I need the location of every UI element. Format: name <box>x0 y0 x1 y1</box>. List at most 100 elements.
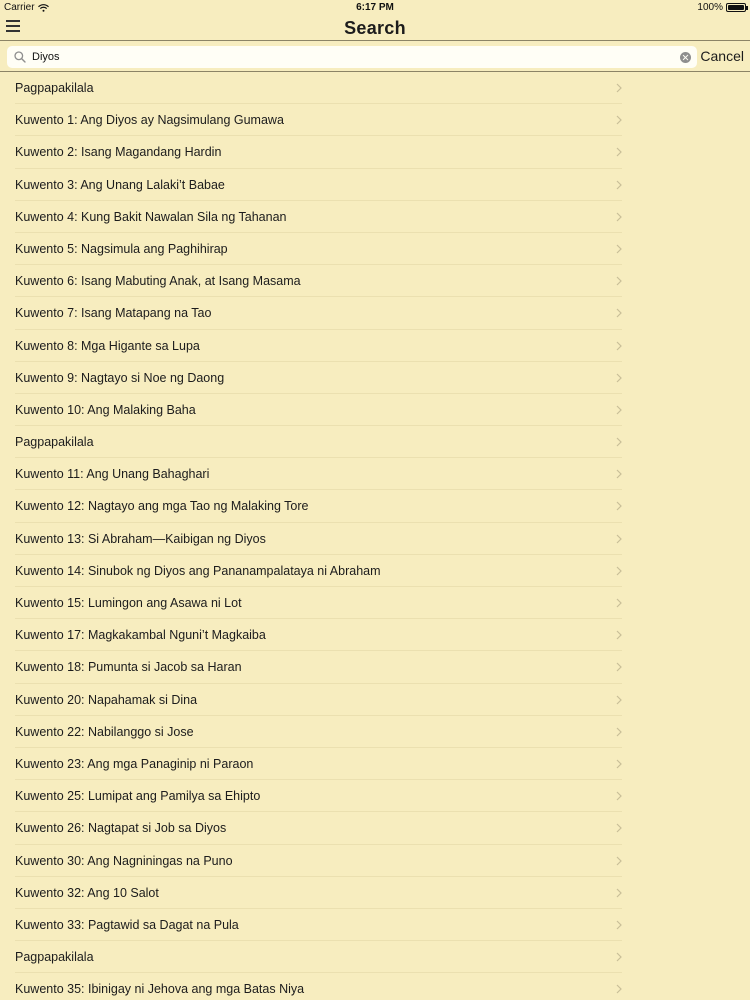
list-item[interactable]: Pagpapakilala <box>15 941 622 974</box>
chevron-right-icon <box>616 566 622 576</box>
chevron-right-icon <box>616 115 622 125</box>
list-item-label: Kuwento 35: Ibinigay ni Jehova ang mga B… <box>15 982 305 997</box>
chevron-right-icon <box>616 180 622 189</box>
chevron-right-icon <box>616 888 622 898</box>
list-item-label: Kuwento 9: Nagtayo si Noe ng Daong <box>15 370 225 385</box>
list-item[interactable]: Kuwento 10: Ang Malaking Baha <box>15 394 622 427</box>
chevron-right-icon <box>616 212 622 222</box>
list-item[interactable]: Kuwento 26: Nagtapat si Job sa Diyos <box>15 812 622 845</box>
list-item[interactable]: Kuwento 18: Pumunta si Jacob sa Haran <box>15 651 622 684</box>
chevron-right-icon <box>616 276 622 286</box>
list-item[interactable]: Kuwento 5: Nagsimula ang Paghihirap <box>15 233 622 266</box>
chevron-right-icon <box>616 83 622 93</box>
chevron-right-icon <box>616 695 622 704</box>
list-item[interactable]: Kuwento 30: Ang Nagniningas na Puno <box>15 845 622 877</box>
list-item[interactable]: Kuwento 14: Sinubok ng Diyos ang Pananam… <box>15 555 622 587</box>
chevron-right-icon <box>616 630 622 640</box>
list-item-label: Kuwento 25: Lumipat ang Pamilya sa Ehipt… <box>15 789 261 804</box>
list-item-label: Kuwento 1: Ang Diyos ay Nagsimulang Guma… <box>15 113 284 128</box>
search-bar: Cancel <box>0 42 750 72</box>
chevron-right-icon <box>616 791 622 801</box>
list-item[interactable]: Kuwento 32: Ang 10 Salot <box>15 877 622 909</box>
list-item[interactable]: Pagpapakilala <box>15 72 622 105</box>
list-item-label: Kuwento 10: Ang Malaking Baha <box>15 402 196 417</box>
list-item[interactable]: Kuwento 17: Magkakambal Nguni’t Magkaiba <box>15 619 622 652</box>
list-item-label: Kuwento 23: Ang mga Panaginip ni Paraon <box>15 756 254 771</box>
clear-search-icon[interactable] <box>680 51 691 63</box>
search-input[interactable] <box>27 47 680 67</box>
status-right: 100% <box>697 2 748 13</box>
list-item-label: Kuwento 11: Ang Unang Bahaghari <box>15 467 210 482</box>
list-item[interactable]: Kuwento 33: Pagtawid sa Dagat na Pula <box>15 909 622 942</box>
search-icon <box>14 51 26 63</box>
chevron-right-icon <box>616 920 622 930</box>
list-item[interactable]: Kuwento 6: Isang Mabuting Anak, at Isang… <box>15 265 622 298</box>
list-item[interactable]: Kuwento 7: Isang Matapang na Tao <box>15 297 622 330</box>
chevron-right-icon <box>616 244 622 254</box>
chevron-right-icon <box>616 469 622 479</box>
search-results-list: Pagpapakilala Kuwento 1: Ang Diyos ay Nag… <box>0 72 750 1000</box>
list-item[interactable]: Kuwento 8: Mga Higante sa Lupa <box>15 330 622 362</box>
list-item-label: Kuwento 26: Nagtapat si Job sa Diyos <box>15 821 227 836</box>
list-item-label: Kuwento 20: Napahamak si Dina <box>15 692 198 707</box>
list-item-label: Kuwento 13: Si Abraham—Kaibigan ng Diyos <box>15 531 266 546</box>
list-item-label: Kuwento 7: Isang Matapang na Tao <box>15 306 212 321</box>
chevron-right-icon <box>616 373 622 383</box>
list-item-label: Kuwento 18: Pumunta si Jacob sa Haran <box>15 660 242 675</box>
list-item-label: Kuwento 17: Magkakambal Nguni’t Magkaiba <box>15 628 266 643</box>
list-item-label: Kuwento 4: Kung Bakit Nawalan Sila ng Ta… <box>15 209 287 224</box>
list-item-label: Kuwento 6: Isang Mabuting Anak, at Isang… <box>15 274 301 289</box>
chevron-right-icon <box>616 437 622 447</box>
chevron-right-icon <box>616 662 622 672</box>
list-item[interactable]: Kuwento 1: Ang Diyos ay Nagsimulang Guma… <box>15 104 622 137</box>
list-item-label: Kuwento 22: Nabilanggo si Jose <box>15 724 194 739</box>
list-item-label: Kuwento 32: Ang 10 Salot <box>15 885 159 900</box>
list-item-label: Kuwento 2: Isang Magandang Hardin <box>15 145 222 160</box>
list-item[interactable]: Kuwento 11: Ang Unang Bahaghari <box>15 458 622 491</box>
chevron-right-icon <box>616 341 622 350</box>
list-item[interactable]: Pagpapakilala <box>15 426 622 459</box>
list-item-label: Kuwento 30: Ang Nagniningas na Puno <box>15 853 233 868</box>
list-item[interactable]: Kuwento 23: Ang mga Panaginip ni Paraon <box>15 748 622 781</box>
list-item[interactable]: Kuwento 13: Si Abraham—Kaibigan ng Diyos <box>15 523 622 555</box>
chevron-right-icon <box>616 405 622 415</box>
list-item-label: Kuwento 12: Nagtayo ang mga Tao ng Malak… <box>15 499 309 514</box>
cancel-button[interactable]: Cancel <box>700 48 744 64</box>
list-item-label: Kuwento 3: Ang Unang Lalaki’t Babae <box>15 177 225 192</box>
list-item-label: Kuwento 33: Pagtawid sa Dagat na Pula <box>15 917 239 932</box>
chevron-right-icon <box>616 502 622 511</box>
list-item-label: Kuwento 15: Lumingon ang Asawa ni Lot <box>15 596 242 610</box>
chevron-right-icon <box>616 147 622 157</box>
chevron-right-icon <box>616 308 622 318</box>
list-item[interactable]: Kuwento 3: Ang Unang Lalaki’t Babae <box>15 169 622 201</box>
page-title: Search <box>344 18 406 38</box>
chevron-right-icon <box>616 759 622 769</box>
chevron-right-icon <box>616 984 622 994</box>
chevron-right-icon <box>616 534 622 544</box>
list-item[interactable]: Kuwento 22: Nabilanggo si Jose <box>15 716 622 748</box>
chevron-right-icon <box>616 823 622 833</box>
chevron-right-icon <box>616 952 622 962</box>
list-item-label: Pagpapakilala <box>15 81 94 95</box>
list-item-label: Kuwento 14: Sinubok ng Diyos ang Pananam… <box>15 563 381 578</box>
list-item-label: Kuwento 5: Nagsimula ang Paghihirap <box>15 241 228 256</box>
list-item[interactable]: Kuwento 12: Nagtayo ang mga Tao ng Malak… <box>15 490 622 523</box>
battery-icon <box>726 3 748 12</box>
status-time: 6:17 PM <box>356 2 394 13</box>
list-item[interactable]: Kuwento 4: Kung Bakit Nawalan Sila ng Ta… <box>15 201 622 233</box>
list-item[interactable]: Kuwento 25: Lumipat ang Pamilya sa Ehipt… <box>15 780 622 813</box>
list-item[interactable]: Kuwento 2: Isang Magandang Hardin <box>15 136 622 169</box>
list-item[interactable]: Kuwento 35: Ibinigay ni Jehova ang mga B… <box>15 973 622 1000</box>
list-item[interactable]: Kuwento 20: Napahamak si Dina <box>15 684 622 716</box>
search-field[interactable] <box>7 46 697 68</box>
chevron-right-icon <box>616 856 622 865</box>
list-item-label: Pagpapakilala <box>15 950 94 965</box>
list-item-label: Pagpapakilala <box>15 435 94 450</box>
list-item-label: Kuwento 8: Mga Higante sa Lupa <box>15 338 200 353</box>
chevron-right-icon <box>616 598 622 608</box>
chevron-right-icon <box>616 727 622 737</box>
list-item[interactable]: Kuwento 15: Lumingon ang Asawa ni Lot <box>15 587 622 620</box>
status-bar: Carrier 6:17 PM 100% <box>0 0 750 14</box>
navigation-bar: Search <box>0 14 750 41</box>
list-item[interactable]: Kuwento 9: Nagtayo si Noe ng Daong <box>15 362 622 394</box>
